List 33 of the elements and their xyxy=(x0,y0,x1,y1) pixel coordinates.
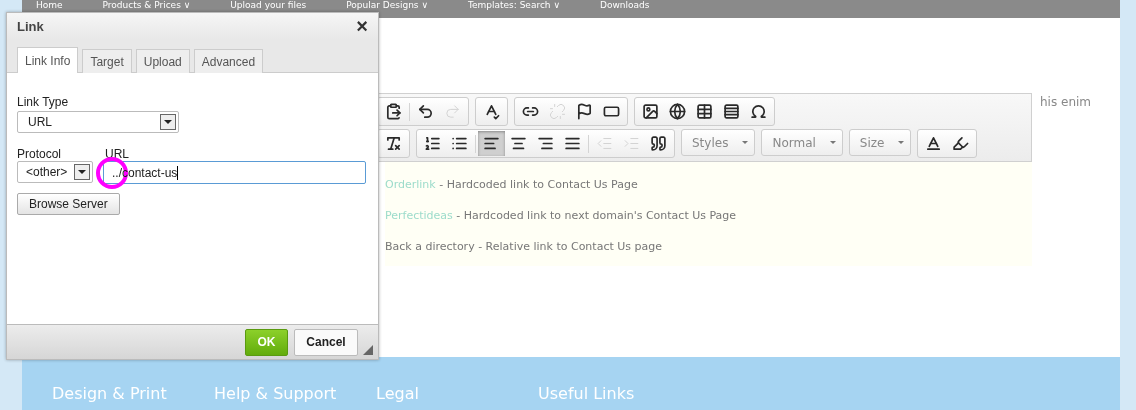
footer-heading: Help & Support xyxy=(214,384,337,403)
footer-heading: Useful Links xyxy=(538,384,635,403)
nav-link[interactable]: Downloads xyxy=(600,0,650,11)
align-left-icon[interactable] xyxy=(478,131,505,156)
dialog-title: Link xyxy=(17,18,44,34)
dialog-tab[interactable]: Link Info xyxy=(17,47,79,73)
close-button[interactable]: × xyxy=(356,16,368,36)
nav-link[interactable]: Templates: Search ∨ xyxy=(468,0,561,11)
footer-heading: Design & Print xyxy=(52,384,167,403)
browse-server-button[interactable]: Browse Server xyxy=(17,193,120,215)
nav-link[interactable]: Home xyxy=(36,0,63,11)
dialog-tab[interactable]: Upload xyxy=(135,49,190,73)
protocol-select[interactable]: <other> xyxy=(17,161,93,183)
format-dropdown[interactable]: Styles xyxy=(681,129,756,156)
field-label: URL xyxy=(104,147,130,161)
cancel-button[interactable]: Cancel xyxy=(294,328,358,356)
content-line: Orderlink - Hardcoded link to Contact Us Page xyxy=(385,178,639,191)
dialog-tab[interactable]: Target xyxy=(82,49,132,73)
nav-link[interactable]: Upload your files xyxy=(230,0,307,11)
ok-button[interactable]: OK xyxy=(245,328,288,356)
resize-grip-icon[interactable] xyxy=(363,345,373,355)
field-label: Link Type xyxy=(17,95,70,109)
field-label: Protocol xyxy=(17,147,63,161)
dialog-tab[interactable]: Advanced xyxy=(193,49,264,73)
nav-link[interactable]: Products & Prices ∨ xyxy=(102,0,191,11)
footer-heading: Legal xyxy=(376,384,419,403)
format-dropdown[interactable]: Normal xyxy=(761,129,843,156)
link-type-select[interactable]: URL xyxy=(17,111,179,133)
content-line: Back a directory - Relative link to Contact Us page xyxy=(385,240,663,253)
format-dropdown[interactable]: Size xyxy=(848,129,912,156)
nav-link[interactable]: Popular Designs ∨ xyxy=(346,0,428,11)
content-line: Perfectideas - Hardcoded link to next domain's Contact Us Page xyxy=(385,209,738,222)
paragraph-text: his enim xyxy=(1040,95,1092,109)
